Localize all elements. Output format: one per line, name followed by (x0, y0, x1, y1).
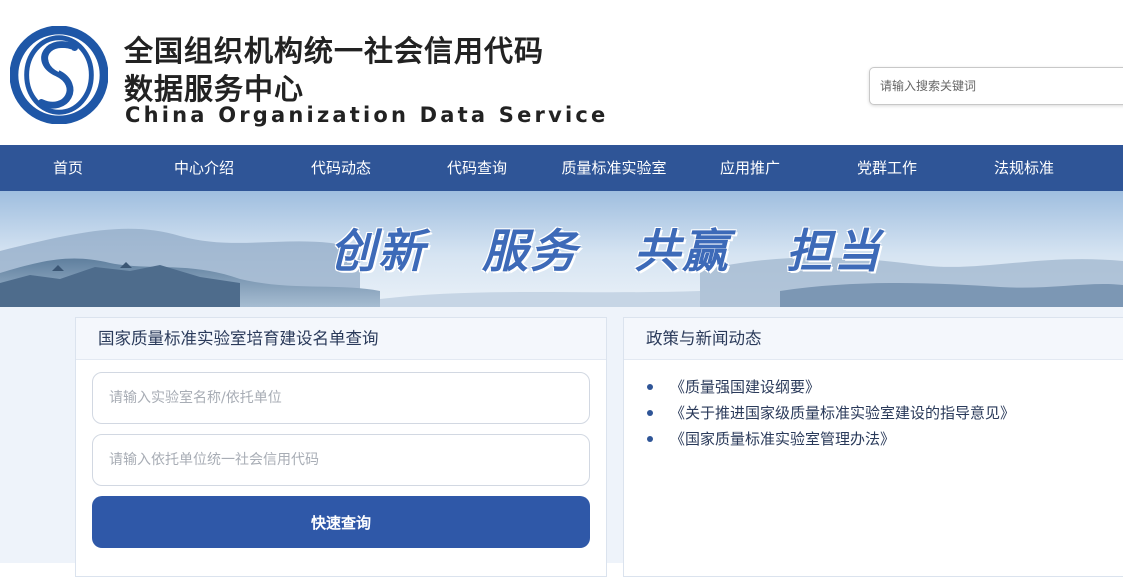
nav-item-promotion[interactable]: 应用推广 (705, 145, 795, 191)
lab-name-input[interactable] (92, 372, 590, 424)
slogan-responsibility: 担当 (786, 224, 882, 278)
news-item[interactable]: 《国家质量标准实验室管理办法》 (644, 426, 1015, 452)
nav-item-code-query[interactable]: 代码查询 (432, 145, 522, 191)
main-content: 国家质量标准实验室培育建设名单查询 快速查询 政策与新闻动态 《质量强国建设纲要… (0, 307, 1123, 577)
bullet-icon (647, 384, 653, 390)
lab-query-panel: 国家质量标准实验室培育建设名单查询 快速查询 (75, 317, 607, 577)
credit-code-input[interactable] (92, 434, 590, 486)
news-item-label[interactable]: 《关于推进国家级质量标准实验室建设的指导意见》 (670, 404, 1015, 422)
nav-item-party-work[interactable]: 党群工作 (842, 145, 932, 191)
nav-item-quality-lab[interactable]: 质量标准实验室 (551, 145, 677, 191)
lab-query-title: 国家质量标准实验室培育建设名单查询 (76, 318, 606, 360)
slogan-win-win: 共赢 (634, 224, 730, 278)
slogan-innovation: 创新 (330, 224, 426, 278)
news-title: 政策与新闻动态 (624, 318, 1123, 360)
news-item[interactable]: 《质量强国建设纲要》 (644, 374, 1015, 400)
news-list: 《质量强国建设纲要》 《关于推进国家级质量标准实验室建设的指导意见》 《国家质量… (644, 374, 1015, 452)
bullet-icon (647, 436, 653, 442)
news-item-label[interactable]: 《质量强国建设纲要》 (670, 378, 820, 396)
nav-item-about[interactable]: 中心介绍 (159, 145, 249, 191)
logo-mark-icon[interactable] (10, 26, 108, 124)
site-header: 全国组织机构统一社会信用代码 数据服务中心 China Organization… (0, 0, 1123, 145)
hero-banner: 创新 服务 共赢 担当 (0, 191, 1123, 307)
news-panel: 政策与新闻动态 《质量强国建设纲要》 《关于推进国家级质量标准实验室建设的指导意… (623, 317, 1123, 577)
nav-item-regulations[interactable]: 法规标准 (979, 145, 1069, 191)
site-title-line2: 数据服务中心 (124, 72, 305, 106)
nav-item-code-news[interactable]: 代码动态 (296, 145, 386, 191)
bullet-icon (647, 410, 653, 416)
site-title-english: China Organization Data Service (125, 103, 609, 127)
search-input[interactable] (869, 67, 1123, 105)
nav-item-home[interactable]: 首页 (23, 145, 113, 191)
main-nav: 首页 中心介绍 代码动态 代码查询 质量标准实验室 应用推广 党群工作 法规标准 (0, 145, 1123, 191)
slogan-service: 服务 (482, 224, 578, 278)
news-item[interactable]: 《关于推进国家级质量标准实验室建设的指导意见》 (644, 400, 1015, 426)
quick-query-button[interactable]: 快速查询 (92, 496, 590, 548)
news-item-label[interactable]: 《国家质量标准实验室管理办法》 (670, 430, 895, 448)
site-title-line1: 全国组织机构统一社会信用代码 (124, 34, 545, 68)
